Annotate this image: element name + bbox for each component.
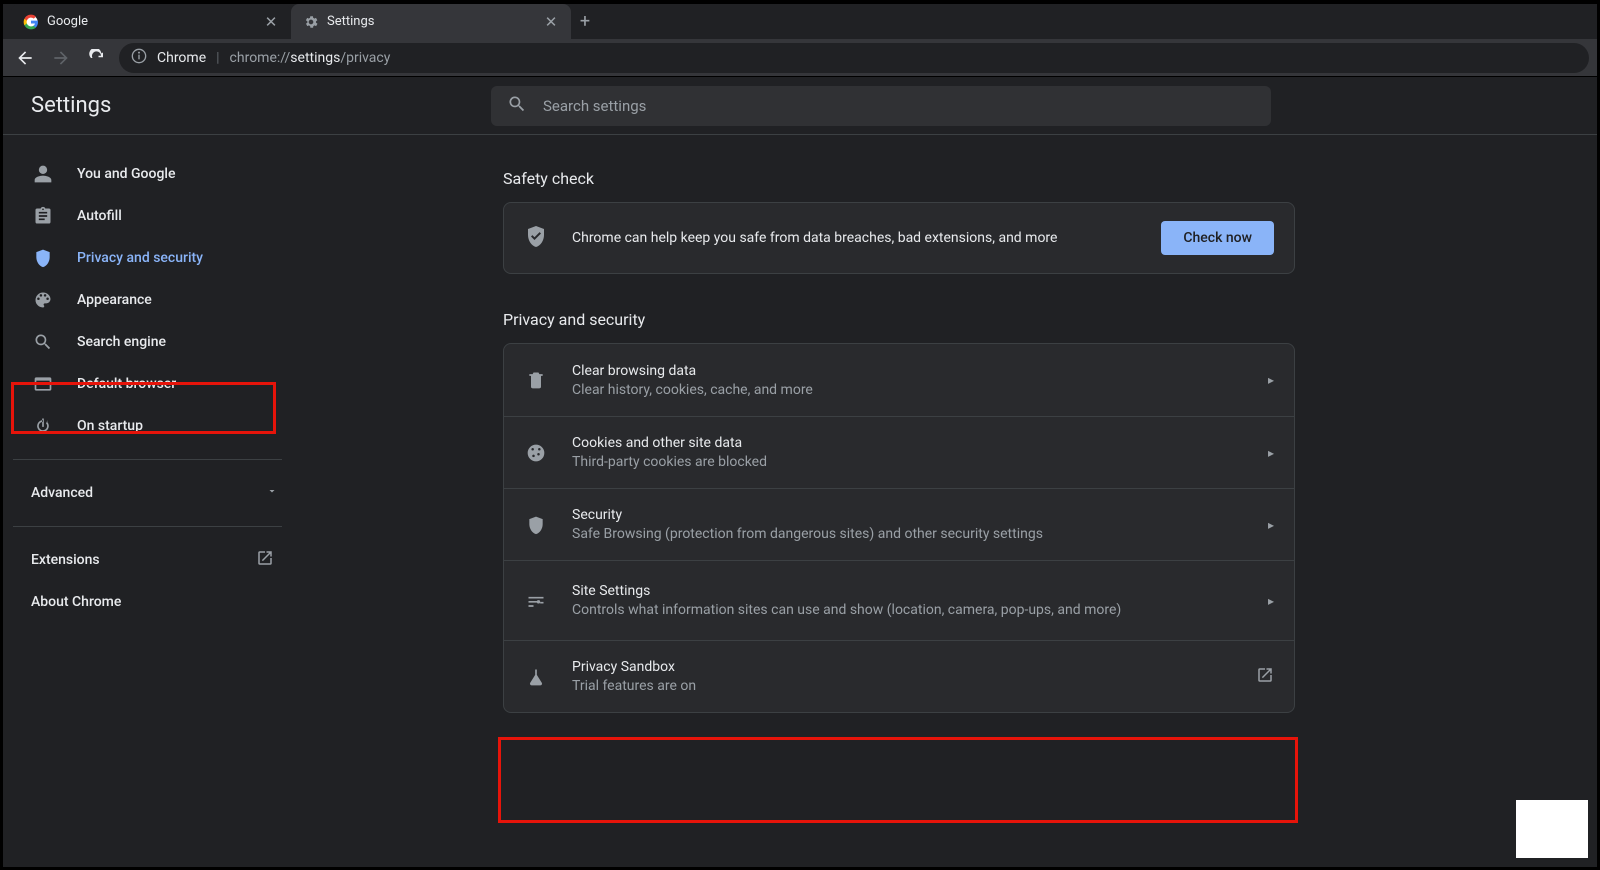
row-clear-browsing-data[interactable]: Clear browsing data Clear history, cooki… bbox=[504, 344, 1294, 416]
privacy-card: Clear browsing data Clear history, cooki… bbox=[503, 343, 1295, 713]
sidebar-item-you-and-google[interactable]: You and Google bbox=[3, 153, 302, 195]
omnibox-site-label: Chrome bbox=[157, 50, 206, 66]
row-site-settings[interactable]: Site Settings Controls what information … bbox=[504, 560, 1294, 640]
cookie-icon bbox=[524, 443, 548, 463]
divider bbox=[13, 526, 282, 527]
external-link-icon bbox=[256, 549, 274, 571]
extensions-label: Extensions bbox=[31, 552, 100, 568]
tab-google[interactable]: Google ✕ bbox=[11, 4, 291, 39]
corner-overlay bbox=[1516, 800, 1588, 858]
search-settings-input[interactable]: Search settings bbox=[491, 86, 1271, 126]
safety-check-row: Chrome can help keep you safe from data … bbox=[504, 203, 1294, 273]
settings-title: Settings bbox=[31, 93, 491, 118]
palette-icon bbox=[33, 290, 53, 310]
sidebar-item-label: On startup bbox=[77, 418, 143, 434]
browser-toolbar: Chrome | chrome://settings/privacy bbox=[3, 39, 1597, 77]
row-subtitle: Safe Browsing (protection from dangerous… bbox=[572, 526, 1244, 542]
reload-button[interactable] bbox=[83, 44, 111, 72]
sidebar-item-label: Appearance bbox=[77, 292, 152, 308]
address-bar[interactable]: Chrome | chrome://settings/privacy bbox=[119, 43, 1589, 73]
row-subtitle: Clear history, cookies, cache, and more bbox=[572, 382, 1244, 398]
sidebar-item-appearance[interactable]: Appearance bbox=[3, 279, 302, 321]
omnibox-url: chrome://settings/privacy bbox=[230, 50, 391, 66]
divider bbox=[13, 459, 282, 460]
gear-icon bbox=[303, 14, 319, 30]
new-tab-button[interactable]: + bbox=[571, 4, 599, 39]
shield-icon bbox=[33, 248, 53, 268]
person-icon bbox=[33, 164, 53, 184]
advanced-label: Advanced bbox=[31, 485, 93, 501]
row-title: Security bbox=[572, 507, 1244, 523]
sliders-icon bbox=[524, 591, 548, 611]
settings-header: Settings Search settings bbox=[3, 77, 1597, 135]
sidebar-item-label: Search engine bbox=[77, 334, 166, 350]
back-button[interactable] bbox=[11, 44, 39, 72]
search-icon bbox=[33, 332, 53, 352]
power-icon bbox=[33, 416, 53, 436]
privacy-heading: Privacy and security bbox=[503, 310, 1597, 329]
row-cookies[interactable]: Cookies and other site data Third-party … bbox=[504, 416, 1294, 488]
tab-title-settings: Settings bbox=[327, 14, 535, 29]
tab-settings[interactable]: Settings ✕ bbox=[291, 4, 571, 39]
settings-main: Safety check Chrome can help keep you sa… bbox=[303, 135, 1597, 867]
check-now-button[interactable]: Check now bbox=[1161, 221, 1274, 255]
row-title: Privacy Sandbox bbox=[572, 659, 1232, 675]
google-favicon-icon bbox=[23, 14, 39, 30]
search-icon bbox=[507, 94, 527, 118]
sidebar-item-advanced[interactable]: Advanced bbox=[3, 472, 302, 514]
row-subtitle: Controls what information sites can use … bbox=[572, 602, 1244, 618]
trash-icon bbox=[524, 370, 548, 390]
row-title: Cookies and other site data bbox=[572, 435, 1244, 451]
flask-icon bbox=[524, 667, 548, 687]
browser-icon bbox=[33, 374, 53, 394]
external-link-icon bbox=[1256, 666, 1274, 687]
safety-text: Chrome can help keep you safe from data … bbox=[572, 230, 1137, 246]
settings-sidebar: You and Google Autofill Privacy and secu… bbox=[3, 135, 303, 867]
sidebar-item-on-startup[interactable]: On startup bbox=[3, 405, 302, 447]
sidebar-item-label: Default browser bbox=[77, 376, 176, 392]
clipboard-icon bbox=[33, 206, 53, 226]
chevron-right-icon: ▸ bbox=[1268, 373, 1274, 387]
chevron-right-icon: ▸ bbox=[1268, 594, 1274, 608]
sidebar-item-label: You and Google bbox=[77, 166, 175, 182]
chevron-right-icon: ▸ bbox=[1268, 518, 1274, 532]
row-security[interactable]: Security Safe Browsing (protection from … bbox=[504, 488, 1294, 560]
chevron-right-icon: ▸ bbox=[1268, 446, 1274, 460]
sidebar-item-autofill[interactable]: Autofill bbox=[3, 195, 302, 237]
safety-check-heading: Safety check bbox=[503, 169, 1597, 188]
sidebar-item-default-browser[interactable]: Default browser bbox=[3, 363, 302, 405]
row-subtitle: Third-party cookies are blocked bbox=[572, 454, 1244, 470]
sidebar-item-about[interactable]: About Chrome bbox=[3, 581, 302, 623]
row-title: Clear browsing data bbox=[572, 363, 1244, 379]
row-title: Site Settings bbox=[572, 583, 1244, 599]
shield-icon bbox=[524, 515, 548, 535]
settings-app: Settings Search settings You and Google … bbox=[3, 77, 1597, 867]
tab-title-google: Google bbox=[47, 14, 255, 29]
sidebar-item-extensions[interactable]: Extensions bbox=[3, 539, 302, 581]
forward-button[interactable] bbox=[47, 44, 75, 72]
sidebar-item-privacy[interactable]: Privacy and security bbox=[3, 237, 302, 279]
row-subtitle: Trial features are on bbox=[572, 678, 1232, 694]
about-label: About Chrome bbox=[31, 594, 121, 610]
search-placeholder: Search settings bbox=[543, 97, 646, 115]
close-icon[interactable]: ✕ bbox=[263, 13, 279, 31]
safety-check-card: Chrome can help keep you safe from data … bbox=[503, 202, 1295, 274]
sidebar-item-label: Privacy and security bbox=[77, 250, 203, 266]
shield-check-icon bbox=[524, 224, 548, 252]
tab-strip: Google ✕ Settings ✕ + bbox=[3, 3, 1597, 39]
site-info-icon[interactable] bbox=[131, 48, 147, 68]
chevron-down-icon bbox=[266, 485, 278, 501]
row-privacy-sandbox[interactable]: Privacy Sandbox Trial features are on bbox=[504, 640, 1294, 712]
sidebar-item-search-engine[interactable]: Search engine bbox=[3, 321, 302, 363]
close-icon[interactable]: ✕ bbox=[543, 13, 559, 31]
sidebar-item-label: Autofill bbox=[77, 208, 122, 224]
